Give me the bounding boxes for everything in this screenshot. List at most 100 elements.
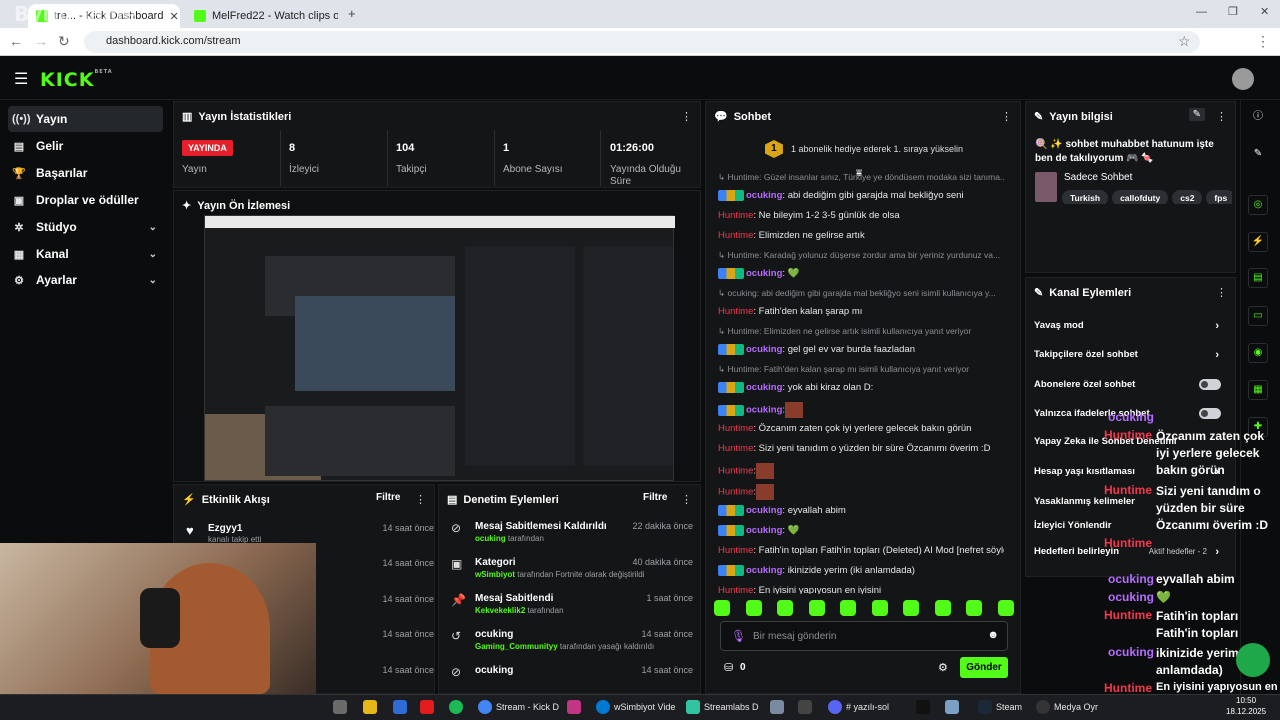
chat-username[interactable]: ocuking	[746, 505, 782, 516]
chat-message[interactable]: ocuking: 💚	[718, 268, 1004, 279]
emote-icon[interactable]	[777, 600, 794, 616]
more-options-icon[interactable]: ⋮	[1216, 286, 1227, 299]
chat-input[interactable]: 🎙 Bir mesaj gönderin ☻	[720, 621, 1008, 651]
chat-reply-context[interactable]: ↳ Huntime: Güzel insanlar sınız, Türkiye…	[718, 172, 1004, 183]
app-icon[interactable]	[798, 700, 812, 714]
chat-message[interactable]: Huntime: En iyisini yapıyosun en iyisini	[718, 585, 1004, 594]
emote-icon[interactable]	[934, 600, 951, 616]
chat-reply-context[interactable]: ↳ Huntime: Fatih'den kalan şarap mı isim…	[718, 364, 1004, 375]
layout-icon[interactable]: ▦	[1248, 380, 1268, 400]
clock-date[interactable]: 18.12.2025	[1226, 707, 1266, 716]
chat-username[interactable]: ocuking	[746, 382, 782, 393]
mod-user[interactable]: ocuking	[475, 534, 506, 543]
bolt-icon[interactable]: ⚡	[1248, 232, 1268, 252]
action-follower-chat[interactable]: Takipçilere özel sohbet ›	[1034, 349, 1229, 365]
reload-icon[interactable]: ↻	[58, 33, 70, 50]
chat-username[interactable]: Huntime	[718, 466, 753, 477]
chat-message[interactable]: ocuking: ikinizide yerim (iki anlamdada)	[718, 565, 1004, 576]
mod-action[interactable]: ocuking	[475, 629, 513, 640]
close-tab-icon[interactable]: ✕	[169, 10, 178, 23]
chat-username[interactable]: ocuking	[746, 565, 782, 576]
chat-message[interactable]: ocuking: gel gel ev var burda faazladan	[718, 344, 1004, 355]
chat-message[interactable]: Huntime: Fatih'in topları Fatih'in topla…	[718, 545, 1004, 556]
clock-time[interactable]: 10:50	[1236, 696, 1256, 705]
youtube-icon[interactable]	[420, 700, 434, 714]
more-options-icon[interactable]: ⋮	[415, 493, 426, 506]
bookmark-star-icon[interactable]: ☆	[1178, 33, 1191, 50]
mod-user[interactable]: Kekvekeklik2	[475, 606, 525, 615]
spotify-icon[interactable]	[449, 700, 463, 714]
back-icon[interactable]: ←	[9, 33, 23, 49]
activity-filter-button[interactable]: Filtre	[376, 492, 400, 503]
sidebar-item-gelir[interactable]: ▤ Gelir	[8, 133, 163, 159]
folder-icon[interactable]	[363, 700, 377, 714]
emote-icon[interactable]	[840, 600, 857, 616]
emote-icon[interactable]	[808, 600, 825, 616]
avatar[interactable]	[1232, 68, 1254, 90]
more-options-icon[interactable]: ⋮	[1216, 110, 1227, 123]
chat-message[interactable]: ocuking: 💚	[718, 525, 1004, 536]
tag[interactable]: cs2	[1172, 190, 1203, 204]
chat-message[interactable]: Huntime: Ne bileyim 1-2 3-5 günlük de ol…	[718, 210, 1004, 221]
tag[interactable]: Turkish	[1062, 190, 1109, 204]
edit-icon[interactable]: ✎	[1248, 145, 1268, 165]
kick-logo[interactable]: KICKBETA	[40, 69, 113, 91]
chat-message[interactable]: ocuking: abi dediğim gibi garajda mal be…	[718, 190, 1004, 201]
emote-icon[interactable]	[745, 600, 762, 616]
tiktok-icon[interactable]	[916, 700, 930, 714]
mod-user[interactable]: wSimbiyot	[475, 570, 515, 579]
chat-bubble-icon[interactable]: ▭	[1248, 306, 1268, 326]
new-tab-icon[interactable]: +	[348, 6, 356, 21]
sidebar-item-studyo[interactable]: ✲ Stüdyo ⌄	[8, 214, 163, 240]
emote-icon[interactable]	[966, 600, 983, 616]
sub-chat-toggle[interactable]	[1199, 379, 1221, 390]
chat-username[interactable]: Huntime	[718, 487, 753, 498]
taskbar-item[interactable]: Stream - Kick D	[478, 700, 559, 714]
chat-username[interactable]: Huntime	[718, 306, 753, 317]
tag[interactable]: fps	[1206, 190, 1232, 204]
chat-message[interactable]: ocuking:	[718, 402, 1004, 418]
emoji-picker-icon[interactable]: ☻	[987, 629, 999, 641]
chat-reply-context[interactable]: ↳ Huntime: Karadağ yolunuz düşerse zordu…	[718, 250, 1004, 261]
chat-username[interactable]: ocuking	[746, 405, 782, 416]
chat-username[interactable]: Huntime	[718, 443, 753, 454]
category-name[interactable]: Sadece Sohbet	[1064, 172, 1132, 183]
emote-icon[interactable]	[903, 600, 920, 616]
chat-message[interactable]: ocuking: eyvallah abim	[718, 505, 1004, 516]
chat-reply-context[interactable]: ↳ Huntime: Elimizden ne gelirse artık is…	[718, 326, 1004, 337]
chat-username[interactable]: Huntime	[718, 585, 753, 594]
sidebar-item-droplar[interactable]: ▣ Droplar ve ödüller	[8, 187, 163, 213]
chat-message[interactable]: Huntime:	[718, 484, 1004, 500]
minimize-icon[interactable]: —	[1196, 6, 1207, 18]
edit-icon[interactable]: ✎	[1188, 108, 1205, 121]
close-window-icon[interactable]: ✕	[1260, 5, 1269, 18]
action-slow-mode[interactable]: Yavaş mod ›	[1034, 320, 1229, 336]
more-options-icon[interactable]: ⋮	[681, 110, 692, 123]
taskbar-item[interactable]: Steam	[978, 700, 1022, 714]
gift-banner[interactable]: 1 1 abonelik hediye ederek 1. sıraya yük…	[714, 136, 1014, 162]
app-icon[interactable]	[945, 700, 959, 714]
more-options-icon[interactable]: ⋮	[1001, 110, 1012, 123]
chat-username[interactable]: Huntime	[718, 210, 753, 221]
chat-username[interactable]: ocuking	[746, 344, 782, 355]
info-icon[interactable]: ⓘ	[1248, 108, 1268, 128]
browser-tab-clips[interactable]: MelFred22 - Watch clips on Kick ✕	[186, 4, 338, 28]
app-icon[interactable]	[770, 700, 784, 714]
taskbar-item[interactable]: wSimbiyot Vide	[596, 700, 675, 714]
more-options-icon[interactable]: ⋮	[681, 493, 692, 506]
mod-user[interactable]: Gaming_Communityy	[475, 642, 558, 651]
sidebar-item-kanal[interactable]: ▦ Kanal ⌄	[8, 241, 163, 267]
maximize-icon[interactable]: ❐	[1228, 5, 1238, 18]
url-field[interactable]: dashboard.kick.com/stream	[84, 31, 1200, 53]
chat-message[interactable]: Huntime: Fatih'den kalan şarap mı	[718, 306, 1004, 317]
chat-settings-icon[interactable]: ⚙	[938, 661, 948, 674]
record-icon[interactable]: ◎	[1248, 195, 1268, 215]
stream-preview-image[interactable]	[204, 215, 675, 481]
app-icon[interactable]	[393, 700, 407, 714]
list-icon[interactable]: ▤	[1248, 268, 1268, 288]
sidebar-item-yayin[interactable]: ((•)) Yayın	[8, 106, 163, 132]
chat-username[interactable]: Huntime	[718, 423, 753, 434]
chat-message[interactable]: Huntime: Sizi yeni tanıdım o yüzden bir …	[718, 443, 1004, 454]
emote-icon[interactable]	[871, 600, 888, 616]
sidebar-item-ayarlar[interactable]: ⚙ Ayarlar ⌄	[8, 267, 163, 293]
